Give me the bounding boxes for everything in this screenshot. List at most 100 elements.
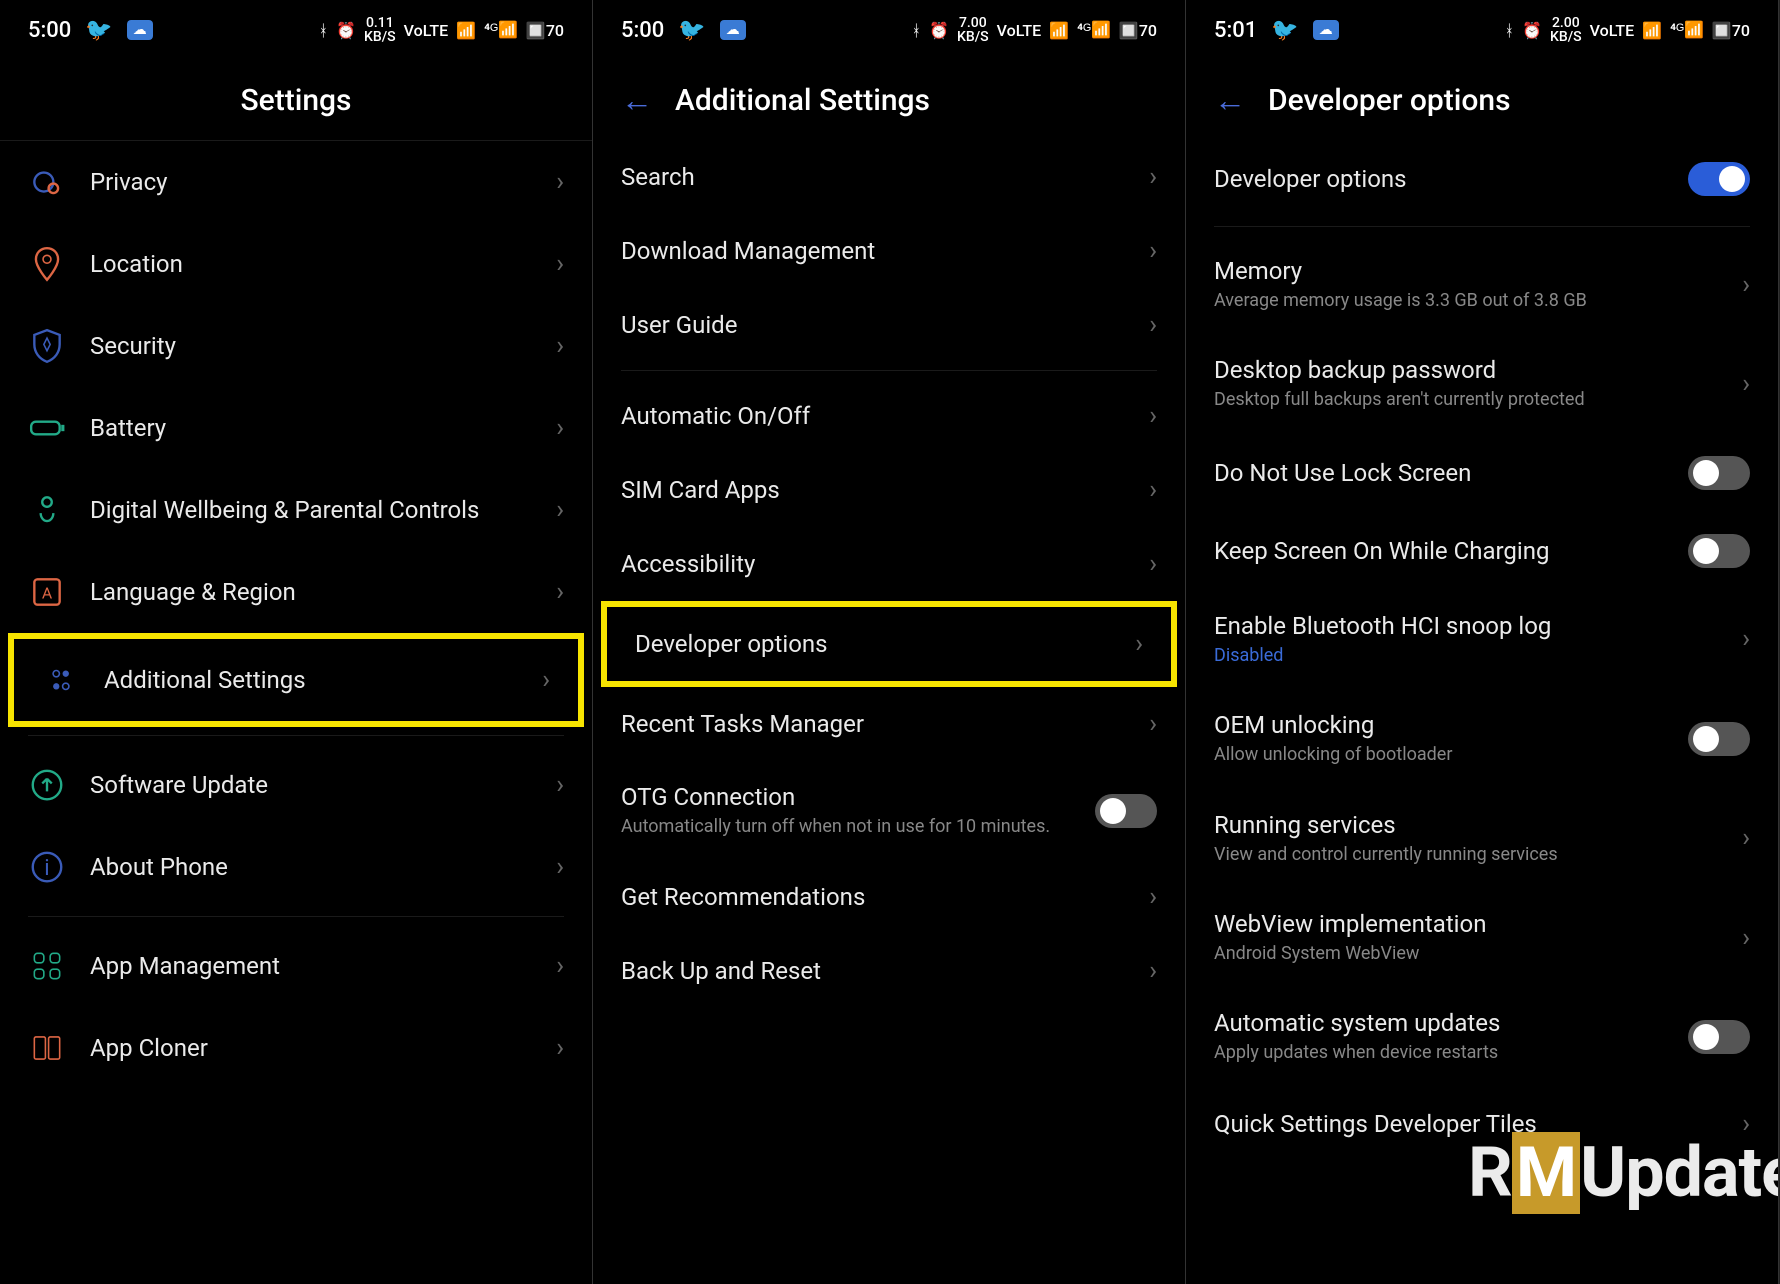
row-privacy[interactable]: Privacy › <box>0 141 592 223</box>
svg-text:A: A <box>42 583 53 602</box>
additional-list: Search› Download Management› User Guide›… <box>593 140 1185 1008</box>
row-wellbeing[interactable]: Digital Wellbeing & Parental Controls › <box>0 469 592 551</box>
chevron-right-icon: › <box>1742 624 1750 654</box>
row-search[interactable]: Search› <box>593 140 1185 214</box>
chevron-right-icon: › <box>1149 475 1157 505</box>
row-backup-reset[interactable]: Back Up and Reset› <box>593 934 1185 1008</box>
twitter-icon: 🐦 <box>85 18 112 43</box>
page-title: Additional Settings <box>675 83 930 118</box>
chevron-right-icon: › <box>1742 923 1750 953</box>
phone-developer-options: 5:01 🐦 ☁ ᚼ ⏰ 2.00KB/S VoLTE 📶 ⁴ᴳ📶 🔲70 ← … <box>1186 0 1779 1284</box>
chevron-right-icon: › <box>1149 401 1157 431</box>
about-icon: i <box>28 848 66 886</box>
language-icon: A <box>28 573 66 611</box>
row-auto-onoff[interactable]: Automatic On/Off› <box>593 379 1185 453</box>
bluetooth-icon: ᚼ <box>1505 21 1515 40</box>
developer-list: Developer options MemoryAverage memory u… <box>1186 140 1778 1161</box>
chevron-right-icon: › <box>556 577 564 607</box>
row-developer-toggle[interactable]: Developer options <box>1186 140 1778 218</box>
chevron-right-icon: › <box>556 249 564 279</box>
chevron-right-icon: › <box>1135 629 1143 659</box>
back-arrow-icon[interactable]: ← <box>1214 81 1246 119</box>
row-running-services[interactable]: Running servicesView and control current… <box>1186 789 1778 888</box>
bluetooth-icon: ᚼ <box>912 21 922 40</box>
row-recent-tasks[interactable]: Recent Tasks Manager› <box>593 687 1185 761</box>
chevron-right-icon: › <box>556 495 564 525</box>
row-desktop-backup[interactable]: Desktop backup passwordDesktop full back… <box>1186 334 1778 433</box>
phone-additional-settings: 5:00 🐦 ☁ ᚼ ⏰ 7.00KB/S VoLTE 📶 ⁴ᴳ📶 🔲70 ← … <box>593 0 1186 1284</box>
row-no-lockscreen[interactable]: Do Not Use Lock Screen <box>1186 434 1778 512</box>
row-location[interactable]: Location › <box>0 223 592 305</box>
page-header: ← Additional Settings <box>593 60 1185 140</box>
row-otg-connection[interactable]: OTG ConnectionAutomatically turn off whe… <box>593 761 1185 860</box>
keepscreen-toggle[interactable] <box>1688 534 1750 568</box>
row-sim-card-apps[interactable]: SIM Card Apps› <box>593 453 1185 527</box>
row-download-management[interactable]: Download Management› <box>593 214 1185 288</box>
status-time: 5:00 <box>28 18 71 43</box>
row-label: Digital Wellbeing & Parental Controls <box>90 496 532 524</box>
page-title: Developer options <box>1268 83 1511 118</box>
volte-icon: VoLTE <box>404 21 449 40</box>
chevron-right-icon: › <box>556 770 564 800</box>
status-bar: 5:00 🐦 ☁ ᚼ ⏰ 7.00KB/S VoLTE 📶 ⁴ᴳ📶 🔲70 <box>593 0 1185 60</box>
status-time: 5:00 <box>621 18 664 43</box>
row-keep-screen-on[interactable]: Keep Screen On While Charging <box>1186 512 1778 590</box>
row-language[interactable]: A Language & Region › <box>0 551 592 633</box>
row-battery[interactable]: Battery › <box>0 387 592 469</box>
status-time: 5:01 <box>1214 18 1257 43</box>
bluetooth-icon: ᚼ <box>319 21 329 40</box>
row-label: Security <box>90 332 532 360</box>
row-additional-settings[interactable]: Additional Settings › <box>14 639 578 721</box>
chevron-right-icon: › <box>556 167 564 197</box>
row-label: Location <box>90 250 532 278</box>
row-app-management[interactable]: App Management › <box>0 925 592 1007</box>
row-app-cloner[interactable]: App Cloner › <box>0 1007 592 1089</box>
chevron-right-icon: › <box>556 852 564 882</box>
lockscreen-toggle[interactable] <box>1688 456 1750 490</box>
page-title: Settings <box>240 83 351 118</box>
battery-row-icon <box>28 409 66 447</box>
row-bt-hci-snoop[interactable]: Enable Bluetooth HCI snoop logDisabled › <box>1186 590 1778 689</box>
row-memory[interactable]: MemoryAverage memory usage is 3.3 GB out… <box>1186 235 1778 334</box>
volte-icon: VoLTE <box>1590 21 1635 40</box>
page-header: Settings <box>0 60 592 140</box>
row-about-phone[interactable]: i About Phone › <box>0 826 592 908</box>
row-software-update[interactable]: Software Update › <box>0 744 592 826</box>
row-label: Additional Settings <box>104 666 518 694</box>
phone-settings: 5:00 🐦 ☁ ᚼ ⏰ 0.11KB/S VoLTE 📶 ⁴ᴳ📶 🔲70 Se… <box>0 0 593 1284</box>
back-arrow-icon[interactable]: ← <box>621 81 653 119</box>
notification-icon: ☁ <box>720 20 746 40</box>
row-label: Software Update <box>90 771 532 799</box>
chevron-right-icon: › <box>1149 882 1157 912</box>
chevron-right-icon: › <box>1149 549 1157 579</box>
update-icon <box>28 766 66 804</box>
signal-icon: 📶 <box>1049 21 1069 40</box>
signal-4g-icon: ⁴ᴳ📶 <box>1670 20 1704 40</box>
twitter-icon: 🐦 <box>1271 18 1298 43</box>
row-label: Battery <box>90 414 532 442</box>
chevron-right-icon: › <box>1149 236 1157 266</box>
developer-toggle[interactable] <box>1688 162 1750 196</box>
oem-toggle[interactable] <box>1688 722 1750 756</box>
row-label: Privacy <box>90 168 532 196</box>
status-bar: 5:00 🐦 ☁ ᚼ ⏰ 0.11KB/S VoLTE 📶 ⁴ᴳ📶 🔲70 <box>0 0 592 60</box>
settings-list: Privacy › Location › Security › Battery … <box>0 141 592 1089</box>
row-developer-options[interactable]: Developer options› <box>607 607 1171 681</box>
status-bar: 5:01 🐦 ☁ ᚼ ⏰ 2.00KB/S VoLTE 📶 ⁴ᴳ📶 🔲70 <box>1186 0 1778 60</box>
row-get-recommendations[interactable]: Get Recommendations› <box>593 860 1185 934</box>
chevron-right-icon: › <box>556 413 564 443</box>
row-user-guide[interactable]: User Guide› <box>593 288 1185 362</box>
row-auto-updates[interactable]: Automatic system updatesApply updates wh… <box>1186 987 1778 1086</box>
signal-4g-icon: ⁴ᴳ📶 <box>484 20 518 40</box>
row-oem-unlocking[interactable]: OEM unlockingAllow unlocking of bootload… <box>1186 689 1778 788</box>
volte-icon: VoLTE <box>997 21 1042 40</box>
alarm-icon: ⏰ <box>336 21 356 40</box>
row-webview[interactable]: WebView implementationAndroid System Web… <box>1186 888 1778 987</box>
additional-icon <box>42 661 80 699</box>
row-accessibility[interactable]: Accessibility› <box>593 527 1185 601</box>
location-icon <box>28 245 66 283</box>
otg-toggle[interactable] <box>1095 794 1157 828</box>
alarm-icon: ⏰ <box>1522 21 1542 40</box>
row-security[interactable]: Security › <box>0 305 592 387</box>
autoupdates-toggle[interactable] <box>1688 1020 1750 1054</box>
